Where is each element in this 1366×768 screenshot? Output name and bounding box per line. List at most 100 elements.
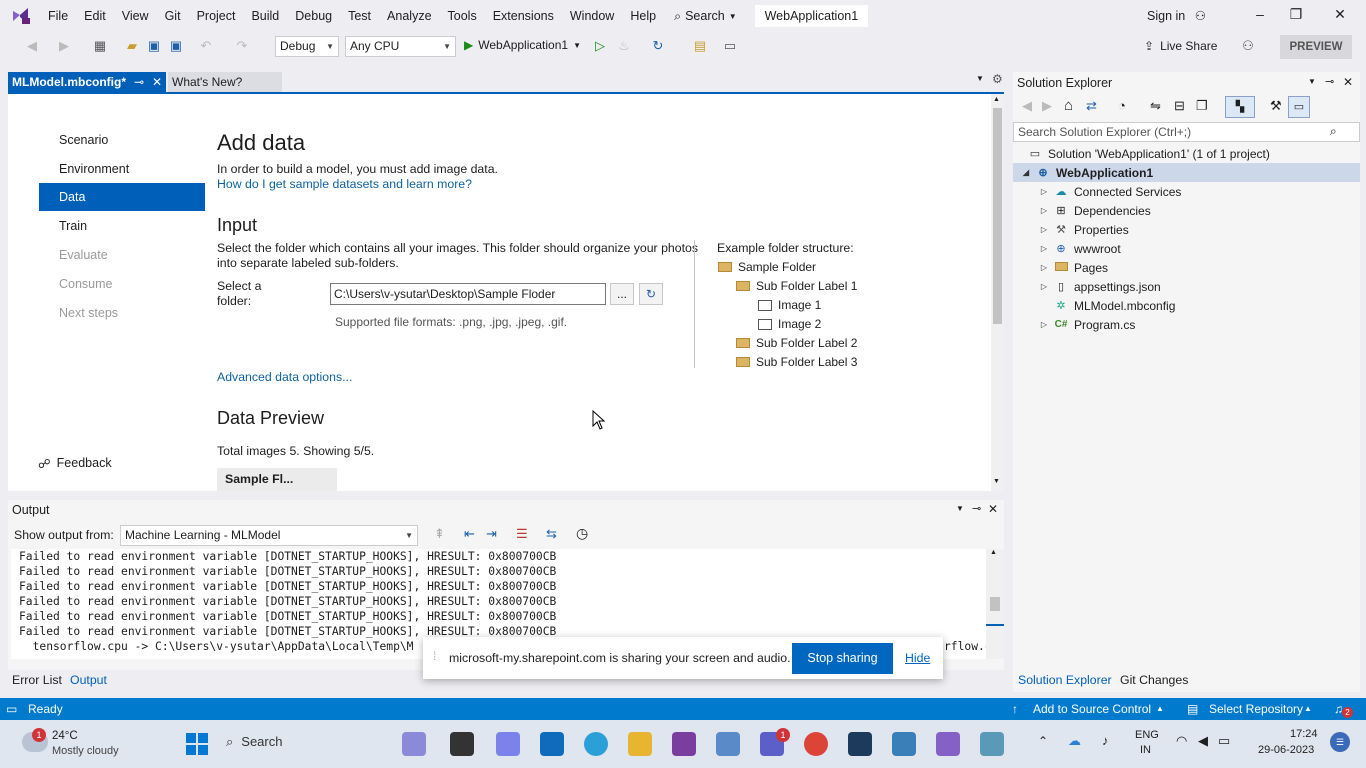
- collapsed-icon[interactable]: ▷: [1040, 244, 1048, 253]
- task-view-app-icon[interactable]: [402, 732, 426, 756]
- live-share-button[interactable]: ⇪ Live Share: [1144, 39, 1217, 53]
- new-project-icon[interactable]: ▦: [92, 38, 108, 54]
- platform-dropdown[interactable]: Any CPU ▼: [345, 36, 456, 57]
- collapsed-icon[interactable]: ▷: [1040, 282, 1048, 291]
- config-dropdown[interactable]: Debug ▼: [275, 36, 339, 57]
- weather-description[interactable]: Mostly cloudy: [52, 745, 119, 757]
- save-icon[interactable]: ▣: [146, 38, 162, 54]
- pin-icon[interactable]: ⊸: [972, 502, 981, 515]
- sample-datasets-link[interactable]: How do I get sample datasets and learn m…: [217, 177, 472, 191]
- tree-item-program-cs[interactable]: ▷ C# Program.cs: [1040, 315, 1135, 334]
- project-node[interactable]: ◢ ⊕ WebApplication1: [1022, 163, 1153, 182]
- menu-view[interactable]: View: [114, 0, 157, 32]
- close-icon[interactable]: ✕: [152, 72, 162, 92]
- tree-item-pages[interactable]: ▷ Pages: [1040, 258, 1108, 277]
- minimize-icon[interactable]: –: [1250, 6, 1270, 22]
- taskbar-search[interactable]: ⌕ Search: [226, 734, 282, 750]
- layout-icon[interactable]: ▭: [722, 38, 738, 54]
- feedback-link[interactable]: ☍ Feedback: [38, 456, 112, 471]
- step-data[interactable]: Data: [39, 183, 205, 211]
- menu-build[interactable]: Build: [243, 0, 287, 32]
- menu-help[interactable]: Help: [622, 0, 664, 32]
- solution-search-input[interactable]: Search Solution Explorer (Ctrl+;): [1013, 122, 1360, 142]
- preview-selected-icon[interactable]: ▚: [1225, 96, 1255, 118]
- scroll-down-icon[interactable]: ▼: [993, 478, 1000, 485]
- back-icon[interactable]: ◀: [24, 38, 40, 54]
- dark-app-icon[interactable]: [848, 732, 872, 756]
- notepad-app-icon[interactable]: [892, 732, 916, 756]
- close-icon[interactable]: ✕: [988, 502, 998, 516]
- chevron-up-icon[interactable]: ⌃: [1038, 734, 1048, 748]
- teams-chat-app-icon[interactable]: [496, 732, 520, 756]
- tree-item-connected-services[interactable]: ▷ ☁ Connected Services: [1040, 182, 1181, 201]
- find-message-icon[interactable]: ⇞: [434, 526, 445, 542]
- prev-message-icon[interactable]: ⇤: [464, 526, 475, 542]
- redo-icon[interactable]: ↷: [234, 38, 250, 54]
- refresh-icon[interactable]: ↻: [639, 283, 663, 305]
- file-explorer-app-icon[interactable]: [628, 732, 652, 756]
- terminal-app-icon[interactable]: [450, 732, 474, 756]
- panel-options-icon[interactable]: ▼: [956, 504, 964, 513]
- refresh-icon[interactable]: ↻: [650, 38, 666, 54]
- language-code[interactable]: ENG: [1135, 729, 1159, 741]
- menu-window[interactable]: Window: [562, 0, 622, 32]
- select-repository[interactable]: Select Repository: [1209, 698, 1303, 720]
- undo-icon[interactable]: ↶: [198, 38, 214, 54]
- clock-icon[interactable]: ◷: [576, 525, 588, 542]
- tab-overflow-icon[interactable]: ▼: [976, 74, 984, 83]
- collapsed-icon[interactable]: ▷: [1040, 320, 1048, 329]
- settings-gear-icon[interactable]: ⚙: [992, 72, 1003, 86]
- scroll-thumb[interactable]: [993, 108, 1002, 324]
- menu-analyze[interactable]: Analyze: [379, 0, 439, 32]
- tab-error-list[interactable]: Error List: [12, 673, 62, 687]
- tab-git-changes[interactable]: Git Changes: [1120, 673, 1188, 687]
- outlook-app-icon[interactable]: [540, 732, 564, 756]
- clock-date[interactable]: 29-06-2023: [1258, 744, 1314, 756]
- collapsed-icon[interactable]: ▷: [1040, 187, 1048, 196]
- expanded-icon[interactable]: ◢: [1022, 168, 1030, 177]
- menu-extensions[interactable]: Extensions: [485, 0, 562, 32]
- preview-column-header[interactable]: Sample Fl...: [217, 468, 337, 491]
- output-source-dropdown[interactable]: Machine Learning - MLModel ▼: [120, 525, 418, 546]
- menu-tools[interactable]: Tools: [440, 0, 485, 32]
- stop-sharing-button[interactable]: Stop sharing: [792, 643, 893, 674]
- collapsed-icon[interactable]: ▷: [1040, 206, 1048, 215]
- edge-app-icon[interactable]: [584, 732, 608, 756]
- next-message-icon[interactable]: ⇥: [486, 526, 497, 542]
- panel-options-icon[interactable]: ▼: [1308, 77, 1316, 86]
- tree-item-properties[interactable]: ▷ ⚒ Properties: [1040, 220, 1129, 239]
- tab-output[interactable]: Output: [70, 673, 107, 687]
- tab-mlmodel-mbconfig[interactable]: MLModel.mbconfig* ⊸ ✕: [8, 72, 166, 92]
- folder-path-input[interactable]: C:\Users\v-ysutar\Desktop\Sample Floder: [330, 283, 606, 305]
- properties-wrench-icon[interactable]: ⚒: [1270, 98, 1282, 114]
- remote-desktop-app-icon[interactable]: [980, 732, 1004, 756]
- word-wrap-icon[interactable]: ⇆: [546, 526, 557, 542]
- solution-folder-icon[interactable]: ▤: [692, 38, 708, 54]
- forward-icon[interactable]: ▶: [1042, 98, 1052, 114]
- save-all-icon[interactable]: ▣: [168, 38, 184, 54]
- tab-whats-new[interactable]: What's New?: [168, 72, 282, 92]
- add-to-source-control[interactable]: Add to Source Control: [1033, 698, 1151, 720]
- maximize-icon[interactable]: ❐: [1286, 6, 1306, 23]
- solution-node[interactable]: ▭ Solution 'WebApplication1' (1 of 1 pro…: [1028, 144, 1270, 163]
- menu-project[interactable]: Project: [189, 0, 244, 32]
- pin-icon[interactable]: ⊸: [134, 72, 144, 92]
- forward-icon[interactable]: ▶: [56, 38, 72, 54]
- microphone-icon[interactable]: ♪: [1102, 733, 1109, 748]
- clock-time[interactable]: 17:24: [1290, 728, 1318, 740]
- menu-test[interactable]: Test: [340, 0, 379, 32]
- onedrive-cloud-icon[interactable]: ☁: [1068, 733, 1081, 749]
- visual-studio-app-icon[interactable]: [936, 732, 960, 756]
- speaker-icon[interactable]: ◀: [1198, 733, 1208, 749]
- weather-temp[interactable]: 24°C: [52, 730, 78, 742]
- scroll-up-icon[interactable]: ▲: [993, 96, 1000, 103]
- scroll-thumb[interactable]: [990, 597, 1000, 611]
- windows-start-icon[interactable]: [186, 733, 208, 755]
- sync-icon[interactable]: ⇋: [1150, 98, 1161, 114]
- step-scenario[interactable]: Scenario: [39, 126, 205, 154]
- open-folder-icon[interactable]: ▰: [124, 38, 140, 54]
- wifi-icon[interactable]: ◠: [1176, 733, 1187, 749]
- back-icon[interactable]: ◀: [1022, 98, 1032, 114]
- browse-button[interactable]: ...: [610, 283, 634, 305]
- collapse-all-icon[interactable]: ⊟: [1174, 98, 1185, 114]
